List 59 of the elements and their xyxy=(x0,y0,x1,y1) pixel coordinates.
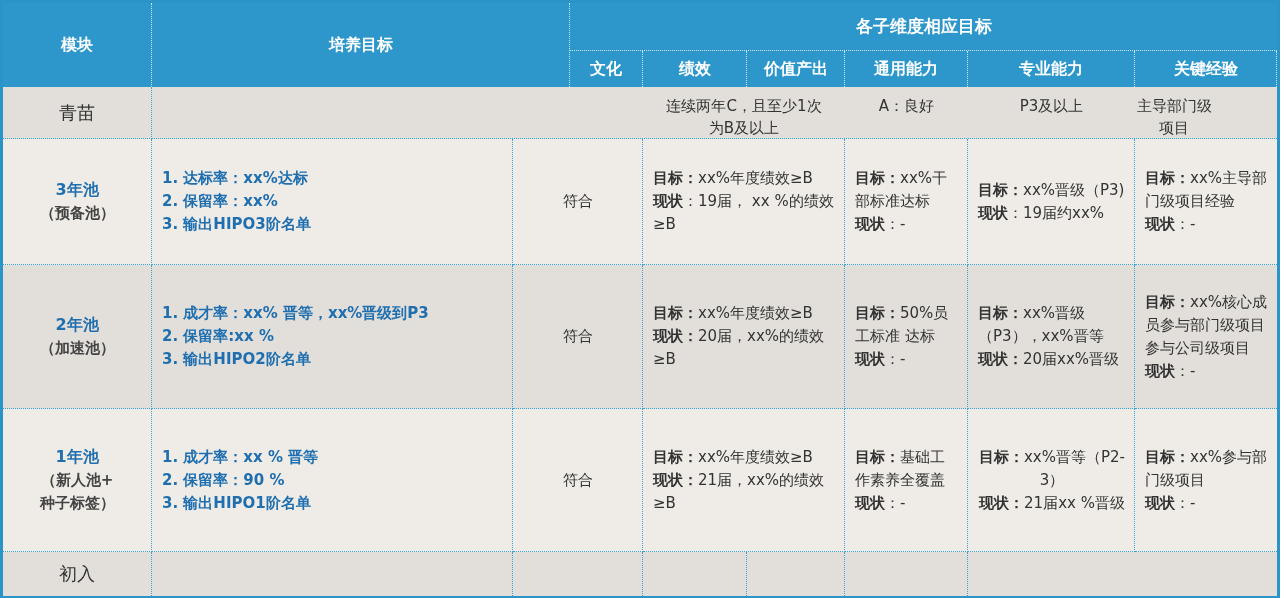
cell-text: 连续两年C，且至少1次 xyxy=(666,96,822,117)
module-cell: 初入 xyxy=(3,552,152,596)
goal-item: 1. 达标率：xx%达标 xyxy=(162,168,309,189)
cell-text: 参与公司级项目 xyxy=(1145,337,1251,359)
pool-subtitle: （预备池） xyxy=(39,203,115,224)
cell-text: 目标：50%员工标准 达标 xyxy=(855,303,950,347)
pool-name: 2年池 xyxy=(55,314,99,336)
cell-text: 现状：19届， xx %的绩效≥B xyxy=(653,191,835,235)
cell-text: 目标：xx%晋级（P3) xyxy=(978,179,1126,201)
cell-text: 目标：xx%年度绩效≥B xyxy=(653,303,814,324)
goal-item: 1. 成才率：xx% 晋等，xx%晋级到P3 xyxy=(162,303,430,324)
cell-text: 现状：- xyxy=(855,492,907,514)
cell-text: 目标：xx%核心成员参与部门级项目 xyxy=(1145,291,1268,336)
cell-text: 现状：21届，xx%的绩效≥B xyxy=(653,469,826,514)
column-header: 关键经验 xyxy=(1135,51,1277,87)
cell-text: 目标：xx%干部标准达标 xyxy=(855,168,948,212)
cell-text: 目标：xx%晋等（P2-3） xyxy=(978,446,1126,491)
cell-text: 目标：xx%主导部门级项目经验 xyxy=(1145,168,1268,212)
cell-text: 目标：xx%年度绩效≥B xyxy=(653,446,814,468)
goal-item: 3. 输出HIPO3阶名单 xyxy=(162,214,312,235)
column-header: 绩效 xyxy=(643,51,747,87)
table-cell: 符合 xyxy=(513,409,643,552)
goal-item: 2. 保留率：xx% xyxy=(162,191,279,212)
column-header: 价值产出 xyxy=(747,51,845,87)
cell-text: 目标：xx%晋级（P3），xx%晋等 xyxy=(978,303,1105,347)
pool-subtitle: （新人池+ xyxy=(40,470,114,491)
goal-item: 3. 输出HIPO1阶名单 xyxy=(162,492,312,514)
cell-text: 现状：- xyxy=(855,214,907,235)
cell-text: 现状：19届约xx% xyxy=(978,202,1106,224)
cell-text: 目标：xx%参与部门级项目 xyxy=(1145,446,1268,491)
column-header: 专业能力 xyxy=(968,51,1135,87)
goal-item: 2. 保留率:xx % xyxy=(162,326,275,347)
column-header: 通用能力 xyxy=(845,51,968,87)
cell-text: 为B及以上 xyxy=(708,118,780,139)
goal-item: 3. 输出HIPO2阶名单 xyxy=(162,349,312,370)
cell-text: 现状：- xyxy=(1145,214,1197,235)
pool-name: 1年池 xyxy=(55,446,99,468)
column-header: 文化 xyxy=(570,51,643,87)
cell-text: 现状：20届xx%晋级 xyxy=(978,349,1121,370)
cell-text: 现状：20届，xx%的绩效≥B xyxy=(653,326,826,370)
cell-text: 现状：- xyxy=(1145,492,1197,514)
column-group-header: 各子维度相应目标 xyxy=(570,3,1277,51)
table-cell: 符合 xyxy=(513,139,643,265)
column-header: 模块 xyxy=(3,3,152,87)
cell-text: 现状：- xyxy=(855,349,907,370)
cell-text: 目标：xx%年度绩效≥B xyxy=(653,168,814,189)
goal-item: 2. 保留率：90 % xyxy=(162,469,286,491)
pool-name: 3年池 xyxy=(55,179,99,201)
cell-text: 主导部门级 xyxy=(1137,96,1212,117)
cell-text: 现状：- xyxy=(1145,360,1197,382)
column-header: 培养目标 xyxy=(152,3,570,87)
cell-text: P3及以上 xyxy=(1019,96,1084,117)
cell-text: 现状：21届xx %晋级 xyxy=(978,492,1126,514)
cell-text: A：良好 xyxy=(878,96,935,117)
pool-subtitle: 种子标签） xyxy=(39,493,115,514)
pool-subtitle: （加速池） xyxy=(39,338,115,359)
cell-text: 项目 xyxy=(1158,118,1189,139)
goal-item: 1. 成才率：xx % 晋等 xyxy=(162,446,320,468)
cell-text: 目标：基础工作素养全覆盖 xyxy=(855,446,946,491)
